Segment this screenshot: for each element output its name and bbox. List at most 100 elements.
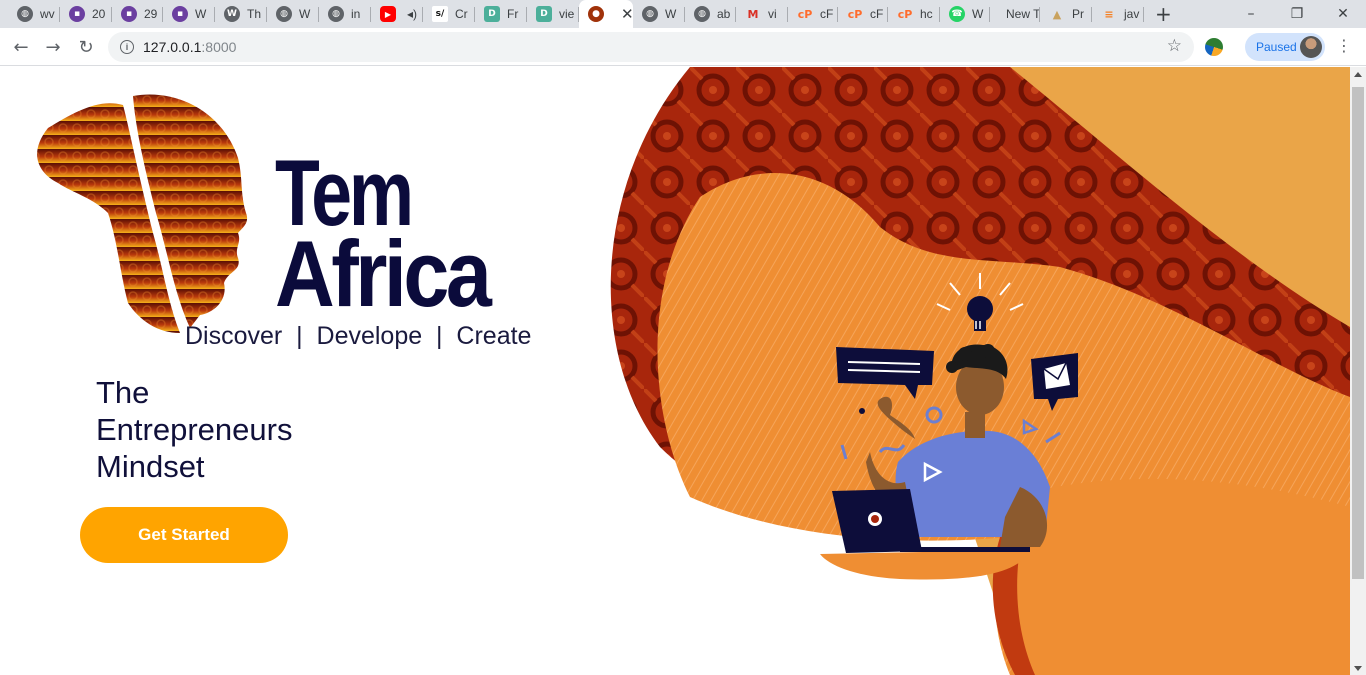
- tab-title: vie: [559, 7, 575, 21]
- reload-icon[interactable]: ↻: [73, 34, 99, 60]
- browser-tab[interactable]: cP hc: [888, 0, 940, 28]
- forward-icon[interactable]: →: [40, 34, 66, 60]
- cpanel-icon: cP: [897, 7, 913, 21]
- whatsapp-icon: ☎: [949, 6, 965, 22]
- scroll-up-icon[interactable]: [1354, 72, 1362, 77]
- browser-tab[interactable]: D Fr: [475, 0, 527, 28]
- tab-title: wv: [40, 7, 55, 21]
- browser-tab[interactable]: ◍ W: [633, 0, 685, 28]
- close-window-icon[interactable]: ✕: [1320, 0, 1366, 28]
- colorlib-icon: ▪: [69, 6, 85, 22]
- africa-head-logo: [37, 94, 248, 333]
- tab-title: ab: [717, 7, 731, 21]
- browser-tab[interactable]: ◍ W: [267, 0, 319, 28]
- stackoverflow-icon: ≡: [1104, 7, 1114, 21]
- tab-title: Th: [247, 7, 262, 21]
- tab-title: hc: [920, 7, 933, 21]
- profile-button[interactable]: Paused: [1245, 33, 1325, 61]
- landing-page: Tem Africa Discover | Develope | Create …: [0, 67, 1350, 675]
- url-host: 127.0.0.1: [143, 39, 202, 55]
- browser-tab[interactable]: ☎ W: [940, 0, 990, 28]
- tab-title: vi: [768, 7, 777, 21]
- tab-title: jav: [1124, 7, 1140, 21]
- globe-icon: ◍: [694, 6, 710, 22]
- speaker-icon[interactable]: ◂): [407, 7, 417, 21]
- tab-title: Cr: [455, 7, 468, 21]
- minimize-icon[interactable]: –: [1228, 0, 1274, 28]
- colorlib-icon: ▪: [121, 6, 137, 22]
- url-port: :8000: [201, 39, 237, 55]
- cpanel-icon: cP: [847, 7, 863, 21]
- browser-tab[interactable]: ▪ 20: [60, 0, 112, 28]
- browser-tab[interactable]: ▲ Pr: [1040, 0, 1092, 28]
- close-tab-icon[interactable]: ✕: [621, 5, 633, 23]
- browser-tab[interactable]: ▪ W: [163, 0, 215, 28]
- tab-separator: [1143, 7, 1144, 22]
- browser-tab[interactable]: ◍ wv: [8, 0, 60, 28]
- d-icon: D: [536, 6, 552, 22]
- browser-tab[interactable]: Dvie: [527, 0, 579, 28]
- pr-icon: ▲: [1052, 7, 1062, 21]
- browser-tab[interactable]: ▶ ◂): [371, 0, 423, 28]
- address-bar[interactable]: i 127.0.0.1:8000 ☆: [108, 32, 1194, 62]
- tab-title: W: [972, 7, 984, 21]
- tab-title: 20: [92, 7, 106, 21]
- orange-flow: [1000, 478, 1350, 675]
- browser-tab[interactable]: ● ✕: [579, 0, 633, 28]
- headline-line-3: Mindset: [96, 449, 205, 484]
- tab-title: New T: [1006, 7, 1040, 21]
- tab-title: cF: [820, 7, 834, 21]
- tab-title: Pr: [1072, 7, 1084, 21]
- url-text[interactable]: 127.0.0.1:8000: [143, 39, 236, 55]
- colorlib-icon: ▪: [172, 6, 188, 22]
- page-scrollbar[interactable]: [1350, 67, 1366, 675]
- browser-tab[interactable]: ▪ 29: [112, 0, 163, 28]
- get-started-button[interactable]: Get Started: [80, 507, 288, 563]
- extension-icon[interactable]: [1205, 38, 1223, 56]
- scroll-down-icon[interactable]: [1354, 666, 1362, 671]
- avatar: [1300, 36, 1322, 58]
- gmail-icon: M: [747, 7, 759, 21]
- brand-tagline: Discover | Develope | Create: [185, 322, 532, 350]
- browser-tab[interactable]: ◍ in: [319, 0, 371, 28]
- bookmark-star-icon[interactable]: ☆: [1167, 36, 1182, 56]
- youtube-icon: ▶: [380, 6, 396, 22]
- brand-name-line2: Africa: [275, 221, 492, 326]
- tab-title: W: [195, 7, 207, 21]
- browser-tab[interactable]: s/Cr: [423, 0, 475, 28]
- browser-tab[interactable]: New T: [990, 0, 1040, 28]
- headline-line-2: Entrepreneurs: [96, 412, 293, 447]
- browser-toolbar: ← → ↻ i 127.0.0.1:8000 ☆ Paused ⋮: [0, 28, 1366, 66]
- browser-tab[interactable]: cP cF: [838, 0, 888, 28]
- tab-title: Fr: [507, 7, 519, 21]
- tab-title: in: [351, 7, 361, 21]
- restore-icon[interactable]: ❐: [1274, 0, 1320, 28]
- globe-icon: ◍: [328, 6, 344, 22]
- profile-status: Paused: [1256, 40, 1297, 54]
- tab-title: cF: [870, 7, 884, 21]
- d-icon: D: [484, 6, 500, 22]
- browser-tab[interactable]: ◍ ab: [685, 0, 736, 28]
- hero-headline: The Entrepreneurs Mindset: [96, 374, 292, 485]
- browser-menu-icon[interactable]: ⋮: [1336, 36, 1352, 55]
- browser-tab[interactable]: W Th: [215, 0, 267, 28]
- cpanel-icon: cP: [797, 7, 813, 21]
- temafrica-icon: ●: [588, 6, 604, 22]
- tab-title: W: [665, 7, 677, 21]
- dot-decoration: [859, 408, 865, 414]
- scrollbar-thumb[interactable]: [1352, 87, 1364, 579]
- tab-title: W: [299, 7, 311, 21]
- wordpress-icon: W: [224, 6, 240, 22]
- new-tab-button[interactable]: +: [1155, 2, 1172, 26]
- browser-tab[interactable]: cP cF: [788, 0, 838, 28]
- tab-title: 29: [144, 7, 158, 21]
- browser-tab[interactable]: Mvi: [736, 0, 788, 28]
- browser-tab[interactable]: ≡ jav: [1092, 0, 1144, 28]
- headline-line-1: The: [96, 375, 150, 410]
- globe-icon: ◍: [642, 6, 658, 22]
- sj-icon: s/: [432, 6, 448, 22]
- back-icon[interactable]: ←: [8, 34, 34, 60]
- globe-icon: ◍: [276, 6, 292, 22]
- site-info-icon[interactable]: i: [120, 40, 134, 54]
- globe-icon: ◍: [17, 6, 33, 22]
